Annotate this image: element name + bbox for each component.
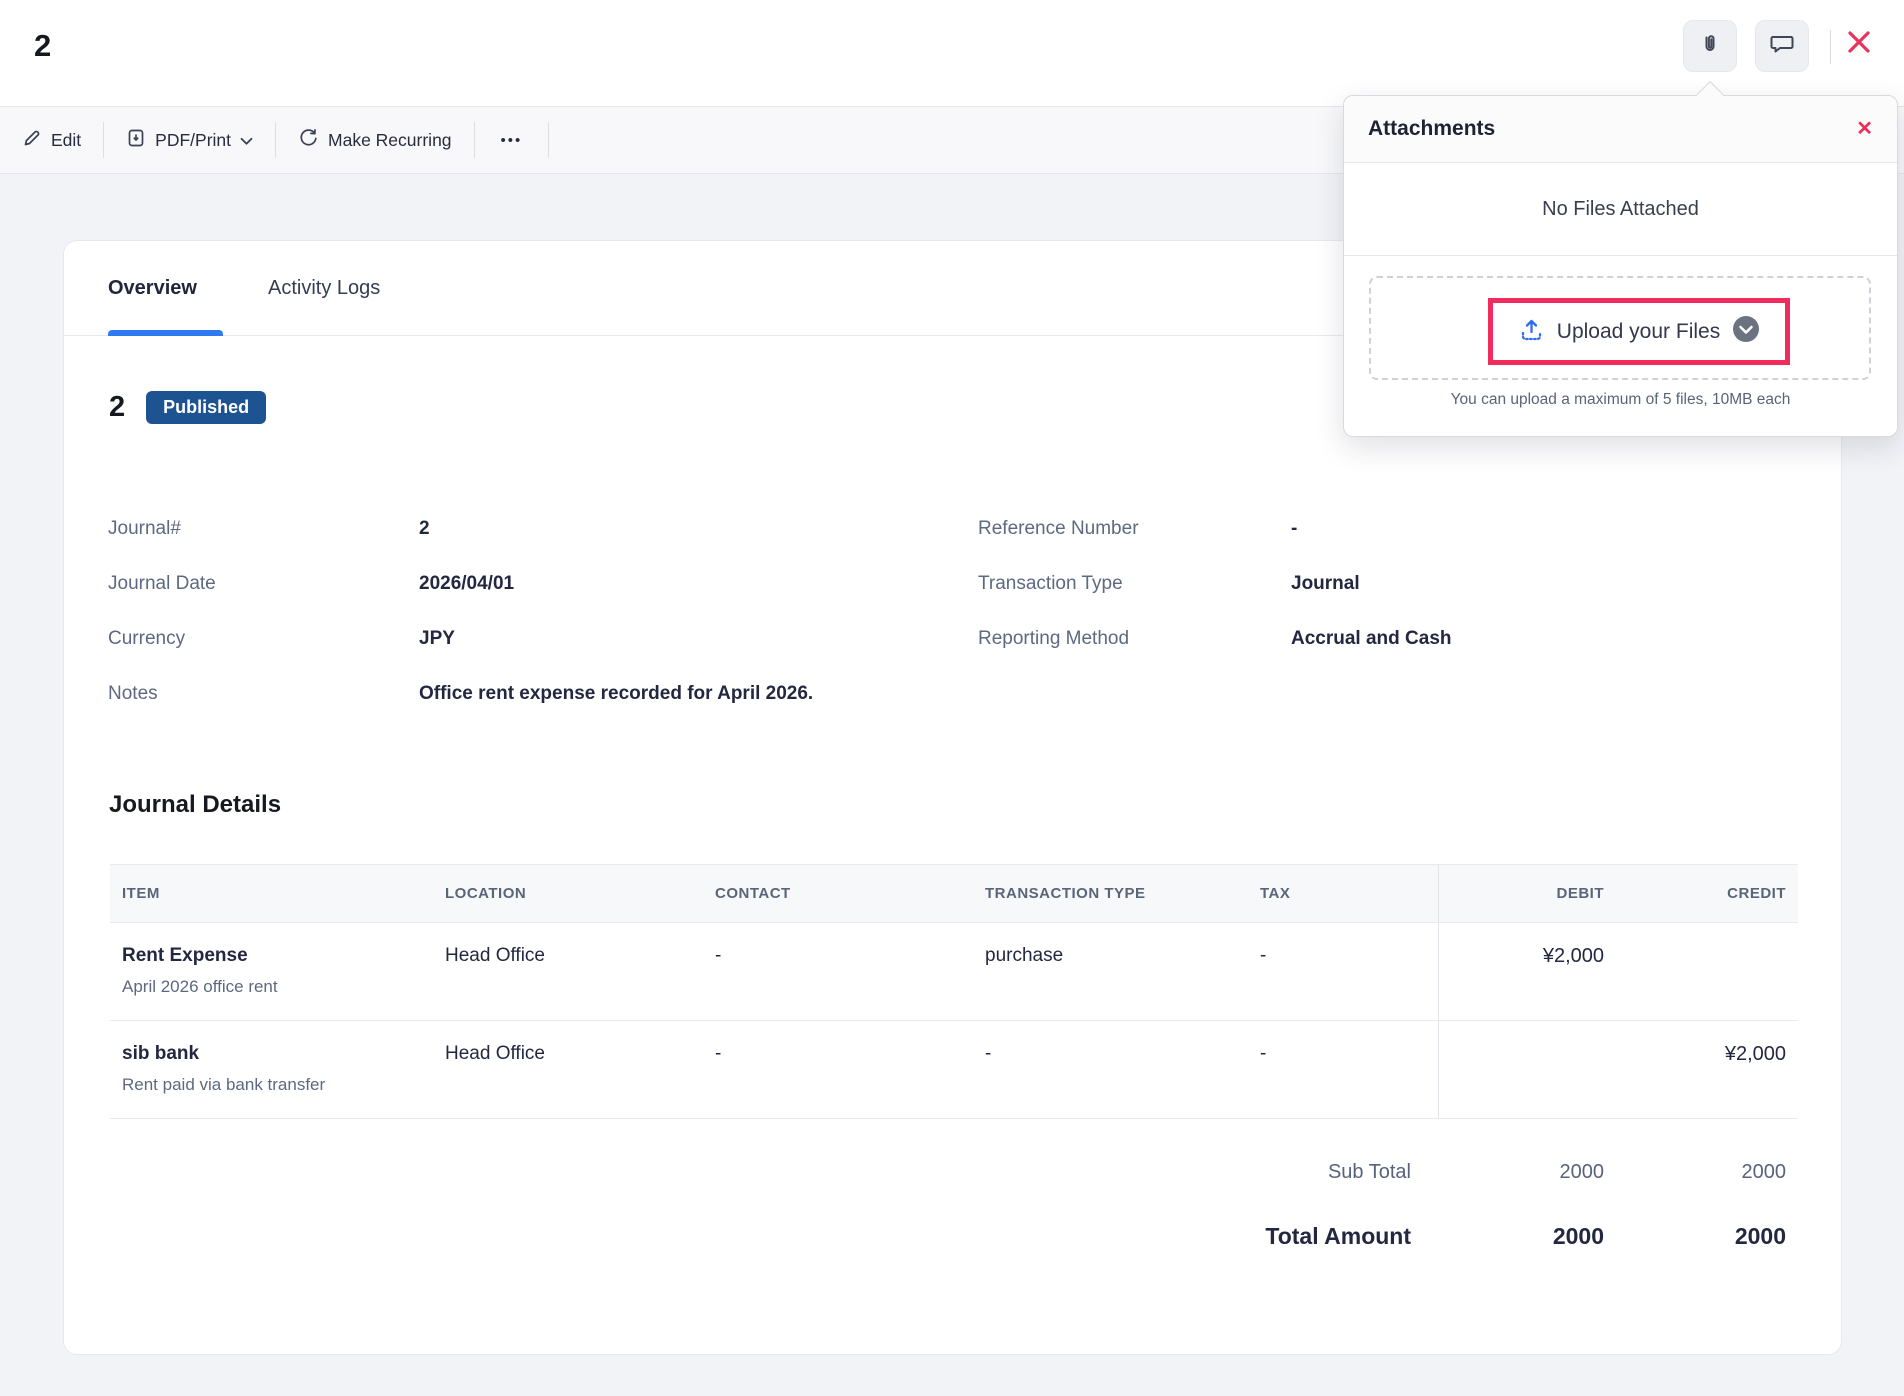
field-value: - — [1291, 518, 1297, 540]
active-tab-indicator — [108, 330, 223, 336]
cell-tax: - — [1248, 1021, 1438, 1118]
field-value: 2 — [419, 518, 430, 540]
journal-details-heading: Journal Details — [109, 791, 281, 819]
popover-close-icon[interactable]: ✕ — [1856, 119, 1873, 139]
chevron-down-circle-icon — [1732, 315, 1760, 348]
total-amount-debit: 2000 — [1438, 1223, 1616, 1250]
page-title: 2 — [34, 28, 51, 64]
close-x-icon — [1845, 28, 1873, 61]
field-value: Journal — [1291, 573, 1360, 595]
col-debit: DEBIT — [1438, 865, 1616, 922]
cell-debit — [1438, 1021, 1616, 1118]
upload-your-files-button[interactable]: Upload your Files — [1488, 298, 1790, 365]
item-name: sib bank — [122, 1043, 421, 1065]
journal-number-heading: 2 — [109, 391, 125, 424]
more-actions-button[interactable]: ••• — [475, 132, 549, 149]
table-header-row: ITEM LOCATION CONTACT TRANSACTION TYPE T… — [110, 864, 1798, 923]
upload-tray-icon — [1518, 316, 1545, 348]
toolbar-separator — [548, 122, 549, 158]
total-amount-label: Total Amount — [110, 1223, 1438, 1250]
field-value: JPY — [419, 628, 455, 650]
field-label: Reporting Method — [978, 628, 1129, 650]
pdf-print-button[interactable]: PDF/Print — [104, 107, 275, 173]
upload-dropzone[interactable]: Upload your Files — [1369, 276, 1871, 380]
col-item: ITEM — [110, 865, 433, 922]
pdf-print-label: PDF/Print — [155, 130, 231, 151]
field-value: 2026/04/01 — [419, 573, 514, 595]
attachments-popover: Attachments ✕ No Files Attached Upload y… — [1343, 95, 1898, 437]
field-label: Journal Date — [108, 573, 216, 595]
item-name: Rent Expense — [122, 945, 421, 967]
upload-hint-text: You can upload a maximum of 5 files, 10M… — [1344, 391, 1897, 409]
cell-location: Head Office — [433, 1021, 703, 1118]
make-recurring-button[interactable]: Make Recurring — [276, 107, 474, 173]
edit-button[interactable]: Edit — [0, 107, 103, 173]
title-bar: 2 — [0, 0, 1904, 106]
toolbar-divider — [1830, 30, 1831, 64]
subtotal-label: Sub Total — [110, 1161, 1438, 1184]
attachments-button[interactable] — [1683, 20, 1737, 72]
upload-button-label: Upload your Files — [1557, 320, 1720, 344]
journal-details-table: ITEM LOCATION CONTACT TRANSACTION TYPE T… — [110, 864, 1798, 1119]
field-value: Office rent expense recorded for April 2… — [419, 683, 813, 705]
make-recurring-label: Make Recurring — [328, 130, 452, 151]
cell-contact: - — [703, 923, 973, 1020]
pdf-file-icon — [126, 128, 146, 153]
field-label: Reference Number — [978, 518, 1139, 540]
col-contact: CONTACT — [703, 865, 973, 922]
field-label: Currency — [108, 628, 185, 650]
tab-activity-logs[interactable]: Activity Logs — [268, 277, 380, 300]
no-files-message: No Files Attached — [1344, 163, 1897, 256]
tab-overview[interactable]: Overview — [108, 277, 197, 300]
col-tax: TAX — [1248, 865, 1438, 922]
cell-transaction-type: purchase — [973, 923, 1248, 1020]
subtotal-row: Sub Total 2000 2000 — [110, 1161, 1798, 1184]
status-badge: Published — [146, 391, 266, 424]
cell-transaction-type: - — [973, 1021, 1248, 1118]
field-label: Notes — [108, 683, 158, 705]
cell-tax: - — [1248, 923, 1438, 1020]
subtotal-credit: 2000 — [1616, 1161, 1798, 1184]
table-row: sib bank Rent paid via bank transfer Hea… — [110, 1021, 1798, 1119]
cell-contact: - — [703, 1021, 973, 1118]
cell-credit — [1616, 923, 1798, 1020]
col-credit: CREDIT — [1616, 865, 1798, 922]
popover-title: Attachments — [1368, 117, 1495, 141]
comments-button[interactable] — [1755, 20, 1809, 72]
item-description: Rent paid via bank transfer — [122, 1075, 421, 1095]
subtotal-debit: 2000 — [1438, 1161, 1616, 1184]
table-row: Rent Expense April 2026 office rent Head… — [110, 923, 1798, 1021]
recurring-icon — [298, 127, 319, 153]
chevron-down-icon — [240, 130, 253, 151]
field-value: Accrual and Cash — [1291, 628, 1452, 650]
field-label: Transaction Type — [978, 573, 1123, 595]
total-amount-row: Total Amount 2000 2000 — [110, 1223, 1798, 1250]
col-location: LOCATION — [433, 865, 703, 922]
edit-label: Edit — [51, 130, 81, 151]
pencil-icon — [22, 128, 42, 153]
paperclip-icon — [1698, 32, 1722, 61]
total-amount-credit: 2000 — [1616, 1223, 1798, 1250]
item-description: April 2026 office rent — [122, 977, 421, 997]
cell-debit: ¥2,000 — [1438, 923, 1616, 1020]
popover-header: Attachments ✕ — [1344, 96, 1897, 163]
field-label: Journal# — [108, 518, 181, 540]
cell-credit: ¥2,000 — [1616, 1021, 1798, 1118]
cell-location: Head Office — [433, 923, 703, 1020]
chat-bubble-icon — [1769, 32, 1795, 61]
close-button[interactable] — [1843, 28, 1875, 60]
col-transaction-type: TRANSACTION TYPE — [973, 865, 1248, 922]
